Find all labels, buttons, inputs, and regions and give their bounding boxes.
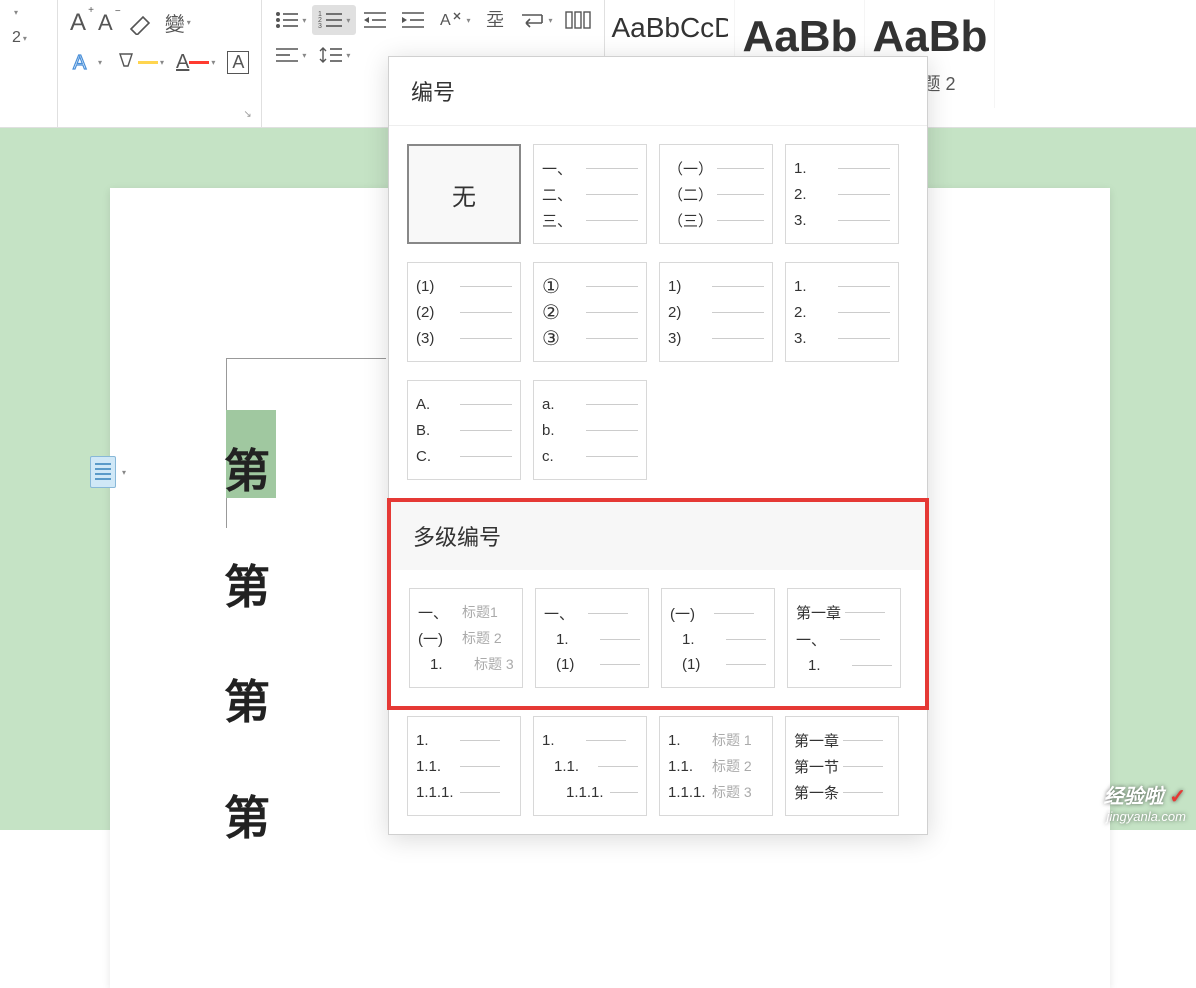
multilevel-row2: 1. 1.1. 1.1.1. 1. 1.1. 1.1.1. 1.标题 1 1.1… bbox=[389, 710, 927, 834]
text-effects-icon: A bbox=[70, 49, 96, 75]
columns-button[interactable] bbox=[558, 5, 598, 35]
svg-text:A: A bbox=[73, 52, 87, 74]
chevron-down-icon: ▾ bbox=[122, 468, 126, 477]
font-color-button[interactable]: A ▾ bbox=[170, 47, 221, 78]
numbering-upper-alpha-tile[interactable]: A. B. C. bbox=[407, 380, 521, 480]
line-wrap-icon bbox=[518, 9, 546, 31]
numbering-dropdown-panel: 编号 无 一、 二、 三、 （一） （二） （三） 1. 2. 3. (1) (… bbox=[388, 56, 928, 835]
numbering-none-tile[interactable]: 无 bbox=[407, 144, 521, 244]
multilevel-paren-tile[interactable]: (一) 1. (1) bbox=[661, 588, 775, 688]
numbering-icon: 123 bbox=[318, 9, 344, 31]
svg-text:坖: 坖 bbox=[486, 10, 504, 30]
align-left-icon bbox=[274, 44, 300, 66]
numbering-lower-alpha-tile[interactable]: a. b. c. bbox=[533, 380, 647, 480]
clear-formatting-button[interactable] bbox=[119, 7, 159, 39]
document-icon bbox=[90, 456, 116, 488]
numbering-paren-decimal-tile[interactable]: (1) (2) (3) bbox=[407, 262, 521, 362]
indent-icon bbox=[400, 9, 426, 31]
increase-indent-button[interactable] bbox=[394, 5, 432, 35]
highlight-color-button[interactable]: ▾ bbox=[108, 48, 170, 76]
columns-icon bbox=[564, 9, 592, 31]
line-spacing-button[interactable]: ▾ bbox=[312, 40, 356, 70]
panel-title: 编号 bbox=[389, 57, 927, 126]
multilevel-heading-style-tile[interactable]: 一、标题1 (一)标题 2 1.标题 3 bbox=[409, 588, 523, 688]
numbering-decimal-dot-tile[interactable]: 1. 2. 3. bbox=[785, 144, 899, 244]
doc-line-3[interactable]: 第 bbox=[224, 666, 270, 732]
line-spacing-icon bbox=[318, 44, 344, 66]
char-border-button[interactable]: A bbox=[221, 47, 255, 78]
outdent-icon bbox=[362, 9, 388, 31]
multilevel-legal-heading-tile[interactable]: 1.标题 1 1.1.标题 2 1.1.1.标题 3 bbox=[659, 716, 773, 816]
doc-line-2[interactable]: 第 bbox=[224, 551, 270, 617]
highlight-icon bbox=[114, 52, 138, 72]
line-wrap-button[interactable]: ▾ bbox=[512, 5, 558, 35]
font-name-dropdown[interactable]: ▾ bbox=[6, 4, 24, 21]
multilevel-row1: 一、标题1 (一)标题 2 1.标题 3 一、 1. (1) (一) 1. (1… bbox=[391, 570, 925, 706]
vertical-text-button[interactable]: 坖 bbox=[476, 4, 512, 36]
bullets-icon bbox=[274, 9, 300, 31]
numbering-presets-row2: (1) (2) (3) ① ② ③ 1) 2) 3) 1. 2. 3. bbox=[389, 262, 927, 380]
numbering-circled-tile[interactable]: ① ② ③ bbox=[533, 262, 647, 362]
numbering-chinese-tile[interactable]: 一、 二、 三、 bbox=[533, 144, 647, 244]
numbering-decimal-dot2-tile[interactable]: 1. 2. 3. bbox=[785, 262, 899, 362]
multilevel-chapter-tile[interactable]: 第一章 一、 1. bbox=[787, 588, 901, 688]
font-dialog-launcher[interactable]: ↘ bbox=[243, 109, 257, 123]
bullets-button[interactable]: ▾ bbox=[268, 5, 312, 35]
watermark: 经验啦 ✓ jingyanla.com bbox=[1104, 780, 1186, 824]
multilevel-legal-tile[interactable]: 1. 1.1. 1.1.1. bbox=[407, 716, 521, 816]
paste-options-button[interactable]: ▾ bbox=[90, 456, 126, 488]
text-direction-button[interactable]: A▾ bbox=[432, 5, 476, 35]
doc-line-4[interactable]: 第 bbox=[224, 782, 270, 848]
increase-font-button[interactable]: A+ bbox=[64, 5, 92, 41]
font-size-combo[interactable]: 2▾ bbox=[6, 25, 33, 51]
multilevel-chapter-section-tile[interactable]: 第一章 第一节 第一条 bbox=[785, 716, 899, 816]
font-name-group: ▾ 2▾ bbox=[0, 0, 58, 127]
numbering-chinese-paren-tile[interactable]: （一） （二） （三） bbox=[659, 144, 773, 244]
svg-text:A: A bbox=[440, 12, 451, 29]
multilevel-title: 多级编号 bbox=[391, 502, 925, 570]
text-direction-icon: A bbox=[438, 9, 464, 31]
numbering-decimal-paren-tile[interactable]: 1) 2) 3) bbox=[659, 262, 773, 362]
doc-line-1[interactable]: 第 bbox=[224, 435, 270, 501]
highlight-annotation: 多级编号 一、标题1 (一)标题 2 1.标题 3 一、 1. (1) (一) … bbox=[387, 498, 929, 710]
svg-text:3: 3 bbox=[318, 23, 322, 30]
text-effects-button[interactable]: A▾ bbox=[64, 45, 108, 79]
numbering-presets-row1: 无 一、 二、 三、 （一） （二） （三） 1. 2. 3. bbox=[389, 126, 927, 262]
vertical-text-icon: 坖 bbox=[482, 8, 506, 32]
multilevel-legal-indent-tile[interactable]: 1. 1.1. 1.1.1. bbox=[533, 716, 647, 816]
numbering-presets-row3: A. B. C. a. b. c. bbox=[389, 380, 927, 498]
multilevel-chinese-tile[interactable]: 一、 1. (1) bbox=[535, 588, 649, 688]
numbering-button[interactable]: 123▾ bbox=[312, 5, 356, 35]
decrease-indent-button[interactable] bbox=[356, 5, 394, 35]
font-effects-group: A+ A− 變▾ A▾ ▾ A ▾ bbox=[58, 0, 262, 127]
align-left-button[interactable]: ▾ bbox=[268, 40, 312, 70]
phonetic-guide-button[interactable]: 變▾ bbox=[159, 4, 197, 41]
eraser-icon bbox=[125, 11, 153, 35]
decrease-font-button[interactable]: A− bbox=[92, 6, 119, 40]
